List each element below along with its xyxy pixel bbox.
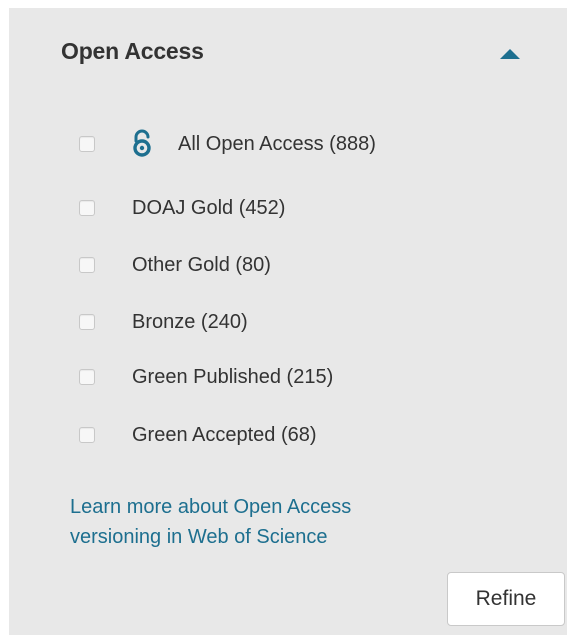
checkbox[interactable] bbox=[79, 200, 95, 216]
checkbox[interactable] bbox=[79, 314, 95, 330]
option-label: All Open Access (888) bbox=[178, 132, 376, 155]
open-access-icon bbox=[132, 129, 152, 159]
section-header: Open Access bbox=[61, 34, 521, 74]
checkbox[interactable] bbox=[79, 427, 95, 443]
option-bronze[interactable]: Bronze (240) bbox=[79, 307, 499, 337]
option-label: Other Gold (80) bbox=[132, 253, 271, 276]
option-label: DOAJ Gold (452) bbox=[132, 196, 286, 219]
refine-button[interactable]: Refine bbox=[447, 572, 565, 626]
checkbox[interactable] bbox=[79, 257, 95, 273]
option-green-published[interactable]: Green Published (215) bbox=[79, 362, 499, 392]
learn-more-link[interactable]: Learn more about Open Access versioning … bbox=[70, 492, 430, 552]
option-label: Green Published (215) bbox=[132, 365, 334, 388]
option-doaj-gold[interactable]: DOAJ Gold (452) bbox=[79, 193, 499, 223]
option-all-open-access[interactable]: All Open Access (888) bbox=[79, 129, 499, 159]
caret-up-icon[interactable] bbox=[499, 46, 521, 62]
option-green-accepted[interactable]: Green Accepted (68) bbox=[79, 420, 499, 450]
checkbox[interactable] bbox=[79, 136, 95, 152]
section-title: Open Access bbox=[61, 38, 204, 64]
option-other-gold[interactable]: Other Gold (80) bbox=[79, 250, 499, 280]
learn-more-line-1[interactable]: Learn more about Open Access bbox=[70, 492, 430, 522]
checkbox[interactable] bbox=[79, 369, 95, 385]
learn-more-line-2[interactable]: versioning in Web of Science bbox=[70, 522, 430, 552]
option-label: Green Accepted (68) bbox=[132, 423, 317, 446]
option-label: Bronze (240) bbox=[132, 310, 248, 333]
